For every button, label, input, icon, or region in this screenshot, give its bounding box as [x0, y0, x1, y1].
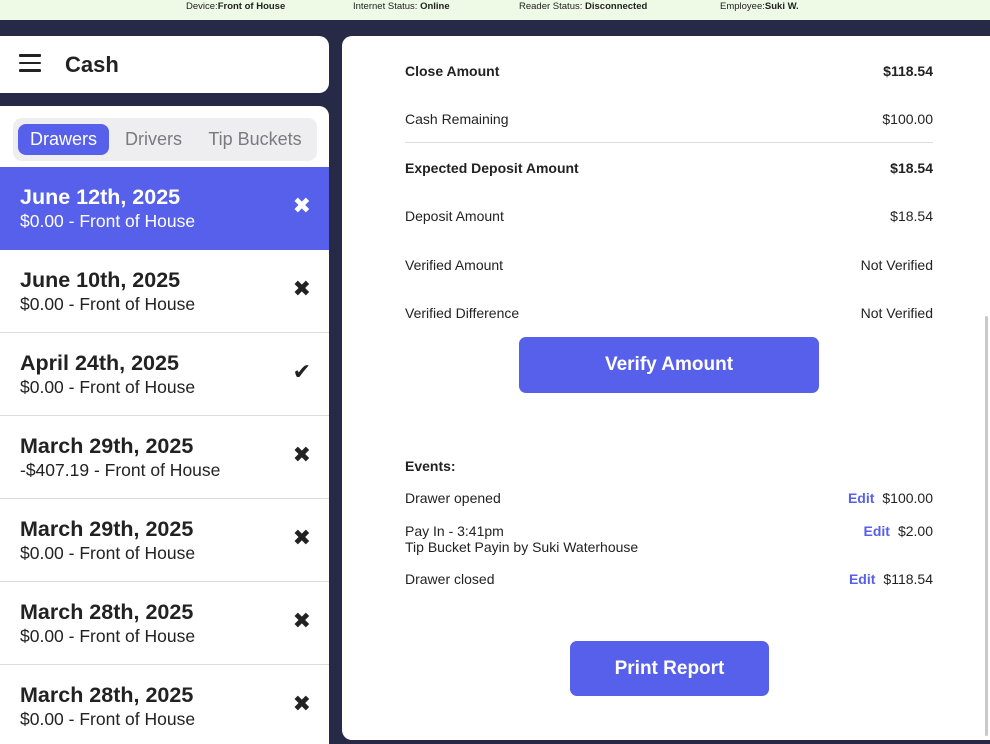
device-status-label: Device: [186, 1, 218, 12]
drawer-subtitle: $0.00 - Front of House [20, 626, 196, 646]
drawer-subtitle: $0.00 - Front of House [20, 294, 196, 314]
employee-status: Employee:Suki W. [720, 0, 799, 13]
event-description: Drawer closed [405, 571, 495, 587]
expected-deposit-label: Expected Deposit Amount [405, 160, 579, 176]
verified-difference-label: Verified Difference [405, 305, 520, 321]
event-title: Pay In - 3:41pm [405, 523, 504, 539]
close-amount-label: Close Amount [405, 63, 500, 79]
drawer-row[interactable]: March 28th, 2025 $0.00 - Front of House … [0, 665, 329, 744]
drawer-list-panel: Drawers Drivers Tip Buckets June 12th, 2… [0, 106, 329, 744]
edit-event-link[interactable]: Edit [849, 571, 875, 587]
drawer-date: March 28th, 2025 [20, 600, 194, 624]
drawer-date: March 29th, 2025 [20, 517, 194, 541]
drawer-row[interactable]: March 28th, 2025 $0.00 - Front of House … [0, 582, 329, 665]
drawer-row[interactable]: April 24th, 2025 $0.00 - Front of House … [0, 333, 329, 416]
drawer-date: March 29th, 2025 [20, 434, 194, 458]
internet-status: Internet Status: Online [353, 0, 450, 13]
verified-difference-value: Not Verified [860, 305, 933, 321]
tab-tip-buckets[interactable]: Tip Buckets [199, 124, 311, 155]
events-heading: Events: [405, 458, 456, 474]
employee-status-value: Suki W. [764, 1, 799, 12]
tab-drawers[interactable]: Drawers [18, 124, 109, 155]
drawer-row[interactable]: June 10th, 2025 $0.00 - Front of House ✖ [0, 250, 329, 333]
segmented-tabs: Drawers Drivers Tip Buckets [13, 118, 317, 161]
page-title: Cash [65, 52, 119, 77]
employee-status-label: Employee: [720, 1, 765, 12]
drawer-date: June 10th, 2025 [20, 268, 181, 292]
reader-status-value: Disconnected [585, 1, 648, 12]
deposit-amount-label: Deposit Amount [405, 208, 504, 224]
event-amount: $100.00 [882, 490, 933, 506]
event-amount: $118.54 [883, 571, 933, 587]
x-mark-icon: ✖ [292, 608, 311, 633]
device-status-value: Front of House [217, 1, 286, 12]
x-mark-icon: ✖ [292, 691, 311, 716]
divider [405, 142, 933, 143]
drawer-subtitle: -$407.19 - Front of House [20, 460, 221, 480]
internet-status-value: Online [420, 1, 450, 12]
hamburger-menu-icon[interactable] [19, 54, 41, 72]
drawer-row[interactable]: March 29th, 2025 -$407.19 - Front of Hou… [0, 416, 329, 499]
reader-status: Reader Status: Disconnected [519, 0, 647, 13]
scrollbar[interactable] [985, 316, 988, 736]
x-mark-icon: ✖ [292, 525, 311, 550]
drawer-subtitle: $0.00 - Front of House [20, 211, 196, 231]
device-status: Device:Front of House [186, 0, 285, 13]
event-detail: Tip Bucket Payin by Suki Waterhouse [405, 539, 639, 555]
x-mark-icon: ✖ [292, 442, 311, 467]
drawer-subtitle: $0.00 - Front of House [20, 709, 196, 729]
drawer-subtitle: $0.00 - Front of House [20, 377, 196, 397]
drawer-subtitle: $0.00 - Front of House [20, 543, 196, 563]
expected-deposit-value: $18.54 [890, 160, 933, 176]
drawer-date: March 28th, 2025 [20, 683, 194, 707]
tab-drivers[interactable]: Drivers [114, 124, 193, 155]
print-report-button[interactable]: Print Report [570, 641, 769, 696]
event-amount: $2.00 [897, 523, 933, 539]
close-amount-value: $118.54 [883, 63, 933, 79]
header-card: Cash [0, 36, 329, 93]
internet-status-label: Internet Status: [353, 1, 421, 12]
cash-remaining-label: Cash Remaining [405, 111, 509, 127]
edit-event-link[interactable]: Edit [848, 490, 874, 506]
event-description: Pay In - 3:41pm Tip Bucket Payin by Suki … [405, 523, 638, 555]
status-bar: Device:Front of House Internet Status: O… [0, 0, 990, 20]
verify-amount-button[interactable]: Verify Amount [519, 337, 819, 393]
x-mark-icon: ✖ [292, 193, 311, 218]
drawer-date: April 24th, 2025 [20, 351, 179, 375]
verified-amount-label: Verified Amount [405, 257, 504, 273]
drawer-row[interactable]: June 12th, 2025 $0.00 - Front of House ✖ [0, 167, 329, 250]
reader-status-label: Reader Status: [519, 1, 586, 12]
drawer-date: June 12th, 2025 [20, 185, 181, 209]
check-mark-icon: ✔ [292, 359, 311, 384]
event-description: Drawer opened [405, 490, 501, 506]
drawer-detail-panel: Close Amount $118.54 Cash Remaining $100… [342, 36, 990, 740]
edit-event-link[interactable]: Edit [864, 523, 890, 539]
deposit-amount-value: $18.54 [890, 208, 933, 224]
cash-remaining-value: $100.00 [882, 111, 933, 127]
verified-amount-value: Not Verified [860, 257, 933, 273]
x-mark-icon: ✖ [292, 276, 311, 301]
drawer-row[interactable]: March 29th, 2025 $0.00 - Front of House … [0, 499, 329, 582]
